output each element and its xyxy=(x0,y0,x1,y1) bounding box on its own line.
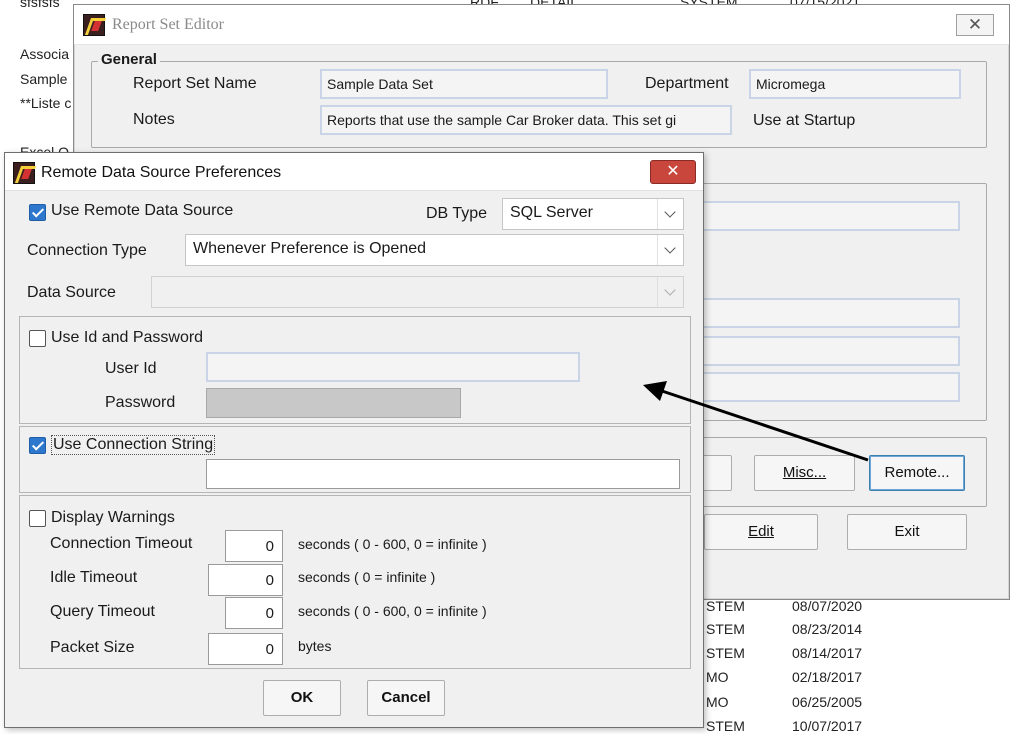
arrowhead-icon xyxy=(643,381,667,401)
arrow-line xyxy=(661,389,869,462)
annotation-arrow xyxy=(643,381,869,462)
